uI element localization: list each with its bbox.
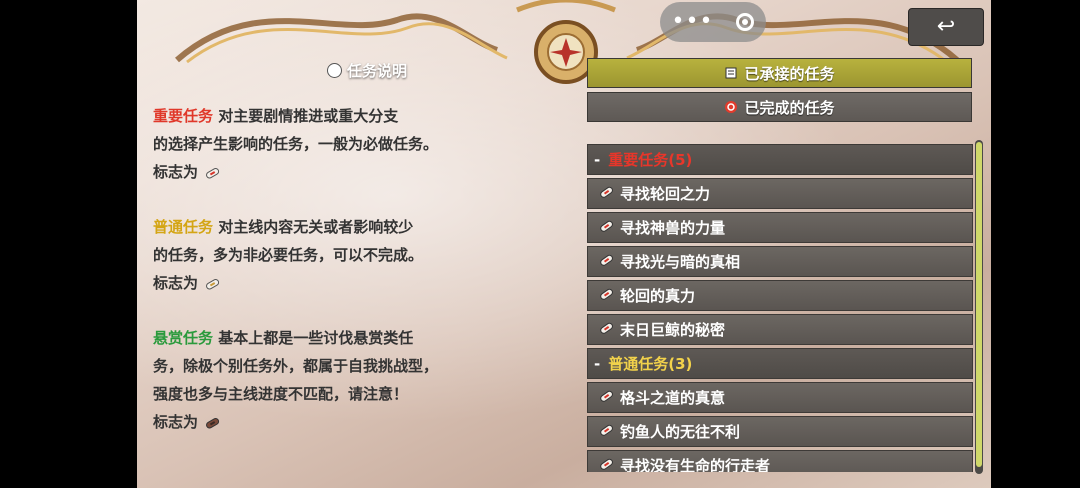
quest-name: 寻找光与暗的真相 [620, 253, 741, 271]
quest-name: 轮回的真力 [620, 287, 696, 305]
quest-name: 末日巨鲸的秘密 [620, 321, 726, 339]
quest-name: 寻找没有生命的行走者 [620, 457, 771, 472]
quest-item[interactable]: 寻找光与暗的真相 [587, 246, 973, 277]
quest-item[interactable]: 寻找没有生命的行走者 [587, 450, 973, 472]
collapse-dash-icon: - [594, 354, 601, 373]
quest-group-header[interactable]: - 重要任务(5) [587, 144, 973, 175]
quest-group-label: 普通任务(3) [608, 355, 693, 373]
close-miniprogram-icon[interactable] [736, 13, 755, 31]
quest-list: - 重要任务(5) 寻找轮回之力 寻找神兽的力量 寻找光与暗的真相 轮回的真力 末日巨鲸的秘… [587, 144, 973, 472]
important-quest-description: 重要任务 对主要剧情推进或重大分支 的选择产生影响的任务，一般为必做任务。 标志… [153, 107, 439, 181]
collapse-dash-icon: - [594, 150, 601, 169]
quest-scroll-icon [598, 389, 616, 407]
quest-list-scrollbar[interactable] [975, 140, 983, 474]
quest-item[interactable]: 末日巨鲸的秘密 [587, 314, 973, 345]
scrollbar-thumb[interactable] [976, 142, 982, 467]
bounty-scroll-icon [206, 417, 220, 428]
important-scroll-icon [206, 167, 220, 178]
tab-accepted-quests[interactable]: 已承接的任务 [587, 58, 972, 88]
quest-scroll-icon [598, 253, 616, 271]
quest-item[interactable]: 格斗之道的真意 [587, 382, 973, 413]
quest-item[interactable]: 轮回的真力 [587, 280, 973, 311]
quest-scroll-icon [598, 287, 616, 305]
quest-scroll-icon [598, 321, 616, 339]
quest-item[interactable]: 寻找轮回之力 [587, 178, 973, 209]
quest-name: 钓鱼人的无往不利 [620, 423, 741, 441]
quest-scroll-icon [598, 423, 616, 441]
seal-icon [725, 101, 738, 113]
speech-bubble-icon [327, 63, 342, 78]
back-button[interactable]: ↩ [908, 8, 984, 46]
scroll-icon [725, 67, 737, 79]
return-arrow-icon: ↩ [936, 14, 956, 39]
normal-scroll-icon [206, 278, 220, 289]
quest-group-header[interactable]: - 普通任务(3) [587, 348, 973, 379]
quest-group-label: 重要任务(5) [608, 151, 693, 169]
quest-scroll-icon [598, 219, 616, 237]
help-title: 任务说明 [327, 60, 407, 81]
mini-program-capsule: ••• [660, 2, 766, 42]
quest-scroll-icon [598, 185, 616, 203]
game-screen: 任务说明 重要任务 对主要剧情推进或重大分支 的选择产生影响的任务，一般为必做任… [137, 0, 991, 488]
quest-item[interactable]: 钓鱼人的无往不利 [587, 416, 973, 447]
quest-item[interactable]: 寻找神兽的力量 [587, 212, 973, 243]
bounty-quest-description: 悬赏任务 基本上都是一些讨伐悬赏类任 务，除极个别任务外，都属于自我挑战型， 强… [153, 329, 439, 431]
normal-quest-description: 普通任务 对主线内容无关或者影响较少 的任务，多为非必要任务，可以不完成。 标志… [153, 218, 424, 292]
quest-name: 寻找神兽的力量 [620, 219, 726, 237]
quest-scroll-icon [598, 457, 616, 473]
quest-name: 格斗之道的真意 [620, 389, 726, 407]
quest-name: 寻找轮回之力 [620, 185, 711, 203]
more-options-icon[interactable]: ••• [672, 11, 714, 33]
tab-completed-quests[interactable]: 已完成的任务 [587, 92, 972, 122]
